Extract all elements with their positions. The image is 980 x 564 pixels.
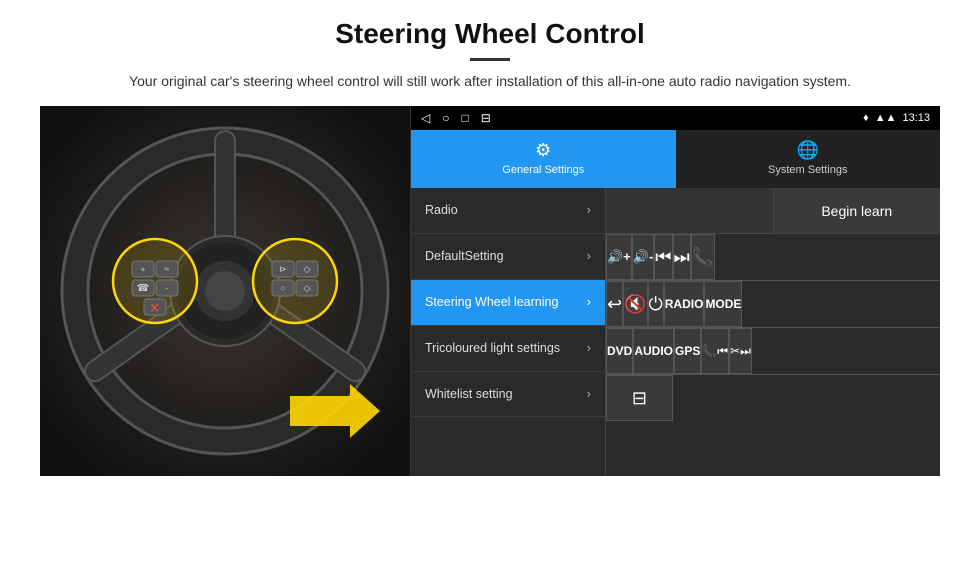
prev-button[interactable]: ⏮ (654, 234, 672, 280)
mode-button[interactable]: MODE (704, 281, 742, 327)
back-call-button[interactable]: ↩ (606, 281, 623, 327)
svg-text:-: - (166, 284, 169, 293)
begin-learn-button[interactable]: Begin learn (774, 188, 941, 233)
signal-icon: ▲▲ (875, 112, 897, 124)
empty-box (606, 188, 774, 233)
menu-list: Radio › DefaultSetting › Steering Wheel … (411, 188, 606, 476)
svg-text:+: + (141, 265, 146, 274)
mute-button[interactable]: 🔇 (623, 281, 647, 327)
status-bar: ◁ ○ □ ⊟ ♦ ▲▲ 13:13 (411, 106, 940, 130)
svg-text:◇: ◇ (304, 283, 311, 293)
clock: 13:13 (902, 112, 930, 124)
menu-item-whitelist[interactable]: Whitelist setting › (411, 372, 605, 418)
button-row-4: ⊟ (606, 375, 940, 421)
chevron-icon: › (587, 386, 591, 403)
tab-system[interactable]: 🌐 System Settings (676, 130, 941, 188)
tab-general-label: General Settings (502, 164, 584, 176)
location-icon: ♦ (863, 112, 869, 124)
gear-icon: ⚙ (535, 140, 551, 161)
page-wrapper: Steering Wheel Control Your original car… (0, 0, 980, 486)
volume-up-button[interactable]: 🔊+ (606, 234, 632, 280)
next-button[interactable]: ⏭ (673, 234, 691, 280)
menu-item-tricoloured[interactable]: Tricoloured light settings › (411, 326, 605, 372)
tab-system-label: System Settings (768, 164, 847, 176)
page-title: Steering Wheel Control (40, 18, 940, 50)
menu-item-default[interactable]: DefaultSetting › (411, 234, 605, 280)
title-section: Steering Wheel Control Your original car… (40, 18, 940, 92)
chevron-icon: › (587, 248, 591, 265)
status-bar-right: ♦ ▲▲ 13:13 (863, 112, 930, 124)
menu-button[interactable]: ⊟ (606, 375, 673, 421)
page-subtitle: Your original car's steering wheel contr… (115, 71, 865, 92)
svg-text:⊳: ⊳ (279, 264, 287, 274)
controls-panel: Begin learn 🔊+ 🔊- ⏮ ⏭ 📞 ↩ 🔇 ⏻ (606, 188, 940, 476)
cut-next-button[interactable]: ✂⏭ (729, 328, 752, 374)
button-row-3: DVD AUDIO GPS 📞⏮ ✂⏭ (606, 328, 940, 375)
audio-button[interactable]: AUDIO (633, 328, 674, 374)
chevron-icon: › (587, 340, 591, 357)
power-button[interactable]: ⏻ (648, 281, 664, 327)
content-area: + ≈ ☎ - ❌ ⊳ ◇ ○ ◇ (40, 106, 940, 476)
android-main: Radio › DefaultSetting › Steering Wheel … (411, 188, 940, 476)
menu-item-steering[interactable]: Steering Wheel learning › (411, 280, 605, 326)
svg-text:≈: ≈ (165, 264, 170, 274)
radio-button[interactable]: RADIO (664, 281, 705, 327)
svg-text:☎: ☎ (137, 283, 149, 294)
phone-prev-button[interactable]: 📞⏮ (701, 328, 729, 374)
nav-back[interactable]: ◁ (421, 111, 430, 125)
title-divider (470, 58, 510, 61)
gps-button[interactable]: GPS (674, 328, 701, 374)
tab-bar: ⚙ General Settings 🌐 System Settings (411, 130, 940, 188)
chevron-icon: › (587, 294, 591, 311)
svg-text:❌: ❌ (151, 303, 160, 312)
dvd-button[interactable]: DVD (606, 328, 633, 374)
android-ui: ◁ ○ □ ⊟ ♦ ▲▲ 13:13 ⚙ General Settings (410, 106, 940, 476)
globe-icon: 🌐 (797, 140, 819, 161)
menu-item-radio[interactable]: Radio › (411, 188, 605, 234)
svg-text:○: ○ (280, 283, 285, 293)
tab-general[interactable]: ⚙ General Settings (411, 130, 676, 188)
button-row-1: 🔊+ 🔊- ⏮ ⏭ 📞 (606, 234, 940, 281)
phone-button[interactable]: 📞 (691, 234, 715, 280)
car-image: + ≈ ☎ - ❌ ⊳ ◇ ○ ◇ (40, 106, 410, 476)
status-bar-nav: ◁ ○ □ ⊟ (421, 111, 491, 125)
nav-home[interactable]: ○ (442, 111, 449, 125)
nav-menu[interactable]: ⊟ (481, 111, 491, 125)
chevron-icon: › (587, 202, 591, 219)
svg-text:◇: ◇ (304, 264, 311, 274)
nav-recents[interactable]: □ (461, 111, 468, 125)
top-controls: Begin learn (606, 188, 940, 234)
button-row-2: ↩ 🔇 ⏻ RADIO MODE (606, 281, 940, 328)
volume-down-button[interactable]: 🔊- (632, 234, 655, 280)
